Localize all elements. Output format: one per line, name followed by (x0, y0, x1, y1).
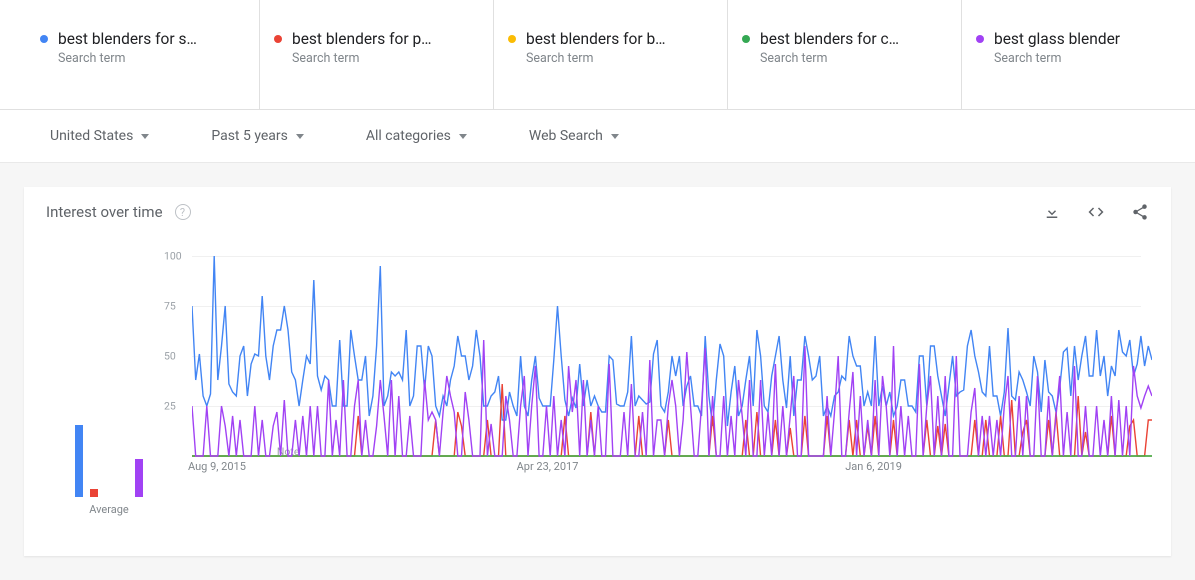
term-subtitle: Search term (994, 51, 1181, 66)
chevron-down-icon (611, 134, 619, 139)
term-cell-4[interactable]: best glass blender Search term (962, 0, 1195, 109)
search-terms-row: best blenders for s…Search termbest blen… (0, 0, 1195, 110)
line-chart[interactable]: 255075100Aug 9, 2015Apr 23, 2017Jan 6, 2… (164, 256, 1141, 516)
timeframe-filter[interactable]: Past 5 years (211, 128, 304, 144)
share-icon[interactable] (1131, 203, 1149, 221)
term-subtitle: Search term (526, 51, 713, 66)
region-filter[interactable]: United States (50, 128, 149, 144)
color-dot-icon (274, 35, 282, 43)
term-subtitle: Search term (760, 51, 947, 66)
chevron-down-icon (459, 134, 467, 139)
code-icon[interactable] (1087, 203, 1105, 221)
term-label: best blenders for s… (58, 30, 197, 48)
average-label: Average (89, 503, 129, 516)
y-tick: 50 (164, 350, 176, 363)
y-tick: 100 (164, 250, 182, 263)
chart-lines (192, 256, 1152, 458)
y-tick: 75 (164, 300, 176, 313)
avg-bar-4 (135, 459, 143, 497)
timeframe-label: Past 5 years (211, 128, 288, 144)
avg-bar-1 (90, 489, 98, 497)
term-cell-0[interactable]: best blenders for s… Search term (26, 0, 260, 109)
category-label: All categories (366, 128, 451, 144)
chart-area: Average 25 50 75 100 Aug 9, 2015 Apr 23, 2017… (24, 237, 1171, 556)
region-label: United States (50, 128, 133, 144)
color-dot-icon (508, 35, 516, 43)
color-dot-icon (40, 35, 48, 43)
term-label: best blenders for p… (292, 30, 432, 48)
card-title: Interest over time (46, 203, 163, 221)
term-subtitle: Search term (58, 51, 245, 66)
color-dot-icon (742, 35, 750, 43)
series-line (192, 256, 1152, 426)
average-block: Average (54, 247, 164, 516)
chevron-down-icon (141, 134, 149, 139)
search-type-filter[interactable]: Web Search (529, 128, 619, 144)
avg-bar-0 (75, 425, 83, 497)
x-tick: Apr 23, 2017 (517, 460, 579, 473)
download-icon[interactable] (1043, 203, 1061, 221)
x-tick: Aug 9, 2015 (188, 460, 246, 473)
category-filter[interactable]: All categories (366, 128, 467, 144)
help-icon[interactable]: ? (175, 204, 191, 220)
term-cell-2[interactable]: best blenders for b… Search term (494, 0, 728, 109)
term-label: best glass blender (994, 30, 1120, 48)
interest-over-time-card: Interest over time ? Average 25 50 75 100 Au… (24, 187, 1171, 556)
term-cell-3[interactable]: best blenders for c… Search term (728, 0, 962, 109)
term-label: best blenders for c… (760, 30, 899, 48)
term-label: best blenders for b… (526, 30, 666, 48)
term-cell-1[interactable]: best blenders for p… Search term (260, 0, 494, 109)
card-actions (1043, 203, 1149, 221)
color-dot-icon (976, 35, 984, 43)
chevron-down-icon (296, 134, 304, 139)
term-subtitle: Search term (292, 51, 479, 66)
y-tick: 25 (164, 400, 176, 413)
search-type-label: Web Search (529, 128, 603, 144)
x-tick: Jan 6, 2019 (845, 460, 902, 473)
card-header: Interest over time ? (24, 187, 1171, 237)
filters-row: United States Past 5 years All categorie… (0, 110, 1195, 163)
